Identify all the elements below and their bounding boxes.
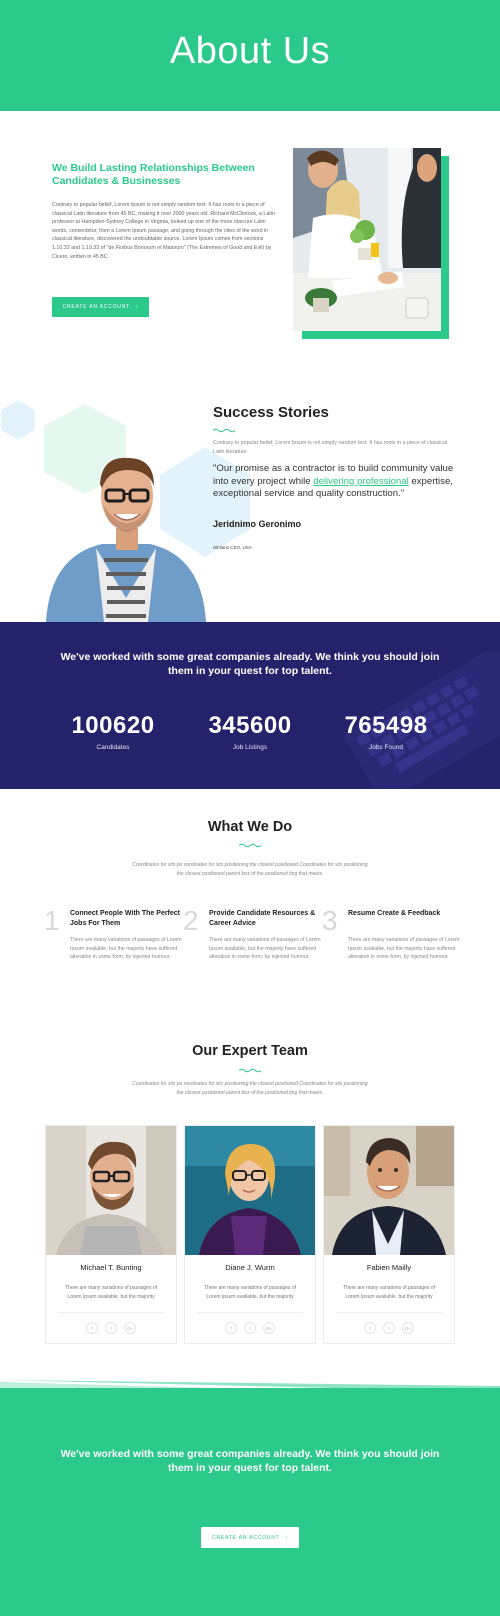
hexagon-decoration	[1, 400, 35, 440]
twitter-icon[interactable]: t	[244, 1322, 256, 1334]
create-account-button[interactable]: CREATE AN ACCOUNT ›	[201, 1527, 299, 1548]
divider	[336, 1312, 442, 1313]
facebook-icon[interactable]: f	[86, 1322, 98, 1334]
feature-title: Resume Create & Feedback	[348, 910, 441, 917]
team-member-name: Michael T. Bunting	[80, 1263, 142, 1272]
stat-label: Candidates	[96, 744, 130, 751]
cta-banner: We've worked with some great companies a…	[0, 1380, 500, 1616]
google-plus-icon[interactable]: G+	[263, 1322, 275, 1334]
stat-value: 765498	[344, 712, 428, 739]
feature-number: 1	[44, 905, 60, 936]
smiling-man-photo	[40, 448, 212, 622]
create-account-button[interactable]: CREATE AN ACCOUNT ›	[52, 297, 149, 317]
team-card: Fabien Mailly There are many variations …	[323, 1125, 455, 1344]
feature-body: There are many variations of passages of…	[70, 937, 182, 961]
testimonial-quote: "Our promise as a contractor is to build…	[213, 463, 454, 500]
social-links: f t G+	[86, 1322, 136, 1334]
feature-body: There are many variations of passages of…	[348, 937, 460, 961]
about-heading: We Build Lasting Relationships Between C…	[52, 162, 255, 187]
create-account-label: CREATE AN ACCOUNT	[62, 304, 130, 310]
stat-label: Jobs Found	[369, 744, 403, 751]
feature-item: 1 Connect People With The Perfect Jobs F…	[44, 905, 200, 976]
about-body: Contrary to popular belief, Lorem Ipsum …	[52, 202, 275, 260]
feature-item: 2 Provide Candidate Resources & Career A…	[183, 905, 339, 976]
team-member-bio: There are many variations of passages of…	[65, 1285, 157, 1300]
testimonial-author: Jeridnimo Geronimo	[213, 519, 302, 529]
chevron-right-icon: ›	[135, 304, 139, 310]
stats-headline: We've worked with some great companies a…	[60, 651, 440, 677]
team-member-name: Diane J. Wurm	[225, 1263, 275, 1272]
wave-divider-icon	[213, 428, 235, 433]
chevron-right-icon: ›	[285, 1534, 288, 1541]
what-we-do-title: What We Do	[207, 819, 293, 835]
team-member-photo	[46, 1126, 176, 1255]
team-member-bio: There are many variations of passages of…	[343, 1285, 435, 1300]
feature-title: Connect People With The Perfect Jobs For…	[70, 910, 181, 927]
divider	[58, 1312, 164, 1313]
hero-banner: About Us	[0, 0, 500, 111]
team-member-photo	[324, 1126, 454, 1255]
twitter-icon[interactable]: t	[105, 1322, 117, 1334]
feature-body: There are many variations of passages of…	[209, 937, 321, 961]
delivering-professional-link[interactable]: delivering professional	[313, 476, 408, 487]
team-card: Michael T. Bunting There are many variat…	[45, 1125, 177, 1344]
about-page: About Us We Build Lasting Relationships …	[0, 0, 500, 1616]
feature-number: 3	[322, 905, 338, 936]
team-member-name: Fabien Mailly	[366, 1263, 412, 1272]
stat-label: Job Listings	[232, 744, 268, 751]
team-member-bio: There are many variations of passages of…	[204, 1285, 296, 1300]
what-we-do-sub: Coordinates for sits po nordinates for s…	[132, 862, 368, 877]
facebook-icon[interactable]: f	[364, 1322, 376, 1334]
stat-candidates: 100620 Candidates	[43, 712, 183, 751]
success-stories-title: Success Stories	[213, 404, 329, 421]
page-title: About Us	[169, 30, 331, 72]
wave-divider-icon	[239, 843, 261, 848]
stat-job-listings: 345600 Job Listings	[180, 712, 320, 751]
expert-team-title: Our Expert Team	[192, 1043, 308, 1059]
twitter-icon[interactable]: t	[383, 1322, 395, 1334]
stats-banner: We've worked with some great companies a…	[0, 622, 500, 789]
team-member-photo	[185, 1126, 315, 1255]
feature-title: Provide Candidate Resources & Career Adv…	[209, 910, 316, 927]
success-stories-intro: Contrary to popular belief, Lorem Ipsum …	[213, 440, 448, 455]
feature-item: 3 Resume Create & Feedback There are man…	[322, 905, 478, 976]
wave-divider-icon	[239, 1068, 261, 1073]
social-links: f t G+	[225, 1322, 275, 1334]
facebook-icon[interactable]: f	[225, 1322, 237, 1334]
divider	[197, 1312, 303, 1313]
google-plus-icon[interactable]: G+	[124, 1322, 136, 1334]
stat-value: 345600	[208, 712, 292, 739]
team-meeting-photo	[293, 148, 441, 331]
create-account-label: CREATE AN ACCOUNT	[212, 1534, 280, 1541]
cta-headline: We've worked with some great companies a…	[60, 1448, 440, 1474]
google-plus-icon[interactable]: G+	[402, 1322, 414, 1334]
expert-team-sub: Coordinates for sits po nordinates for s…	[132, 1081, 368, 1096]
team-card: Diane J. Wurm There are many variations …	[184, 1125, 316, 1344]
testimonial-role: Whilans CEO, USA	[213, 545, 252, 550]
feature-number: 2	[183, 905, 199, 936]
stat-jobs-found: 765498 Jobs Found	[316, 712, 456, 751]
social-links: f t G+	[364, 1322, 414, 1334]
stat-value: 100620	[71, 712, 155, 739]
cta-background	[0, 1388, 500, 1616]
